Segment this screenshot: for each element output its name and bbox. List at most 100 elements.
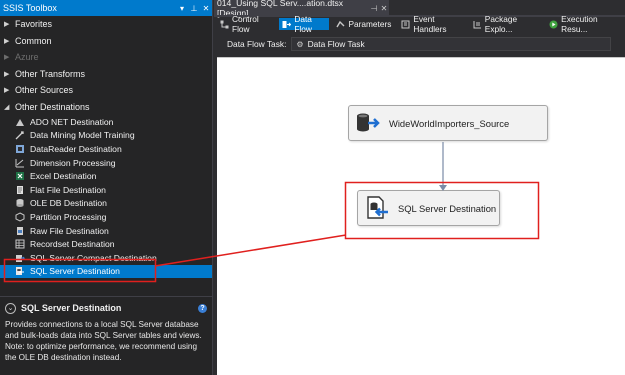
category-label: Other Sources (15, 85, 74, 96)
tab-control-flow[interactable]: Control Flow (217, 14, 275, 34)
tab-package-explorer[interactable]: Package Explo... (470, 14, 542, 34)
item-label: Raw File Destination (30, 225, 109, 236)
source-component[interactable]: WideWorldImporters_Source (348, 105, 548, 141)
collapse-arrow-icon: ◢ (4, 103, 10, 111)
source-component-label: WideWorldImporters_Source (389, 117, 510, 129)
tab-parameters[interactable]: Parameters (333, 18, 394, 30)
item-label: SQL Server Destination (30, 266, 120, 277)
category-other-destinations[interactable]: ◢ Other Destinations (0, 99, 212, 116)
category-other-transforms[interactable]: ▶ Other Transforms (0, 66, 212, 83)
category-label: Favorites (15, 19, 53, 30)
toolbox-item-dimension-processing[interactable]: Dimension Processing (0, 156, 212, 170)
parameters-icon (336, 20, 345, 29)
flat-file-icon (15, 185, 25, 195)
task-value: Data Flow Task (307, 39, 365, 49)
expand-arrow-icon: ▶ (4, 37, 10, 45)
item-label: Dimension Processing (30, 157, 116, 168)
expand-arrow-icon: ▶ (4, 54, 10, 62)
tab-label: Data Flow (294, 14, 312, 34)
toolbox-title-bar: SSIS Toolbox ▾ ⊥ ✕ (0, 0, 212, 16)
description-header: ⌄ SQL Server Destination ? (5, 301, 207, 315)
item-label: Flat File Destination (30, 184, 106, 195)
expand-arrow-icon: ▶ (4, 21, 10, 29)
execution-results-icon (549, 20, 558, 29)
sql-compact-icon (15, 253, 25, 263)
item-label: OLE DB Destination (30, 198, 107, 209)
tab-label: Package Explo... (484, 14, 518, 34)
data-flow-task-icon: ⚙ (296, 39, 304, 49)
event-handlers-icon (401, 20, 410, 29)
data-flow-canvas[interactable]: WideWorldImporters_Source SQL Server Des… (217, 57, 625, 375)
toolbox-item-ado-net-destination[interactable]: ADO NET Destination (0, 115, 212, 129)
data-mining-icon (15, 130, 25, 140)
designer-tab-strip: Control Flow Data Flow Parameters Event … (214, 14, 625, 34)
tab-label: Event Handlers (413, 14, 447, 34)
item-label: DataReader Destination (30, 143, 122, 154)
toolbox-item-flat-file-destination[interactable]: Flat File Destination (0, 183, 212, 197)
toolbox-item-datareader-destination[interactable]: DataReader Destination (0, 142, 212, 156)
package-designer: 014_Using SQL Serv....ation.dtsx [Design… (214, 0, 625, 375)
ssis-toolbox-panel: SSIS Toolbox ▾ ⊥ ✕ ▶ Favorites ▶ Common … (0, 0, 213, 375)
package-explorer-icon (473, 20, 482, 29)
sql-server-destination-icon (364, 195, 390, 221)
toolbox-list: ▶ Favorites ▶ Common ▶ Azure ▶ Other Tra… (0, 16, 212, 286)
tab-label: Parameters (348, 19, 392, 29)
task-dropdown[interactable]: ⚙ Data Flow Task (291, 37, 612, 51)
toolbox-title: SSIS Toolbox (3, 3, 57, 13)
category-azure[interactable]: ▶ Azure (0, 49, 212, 66)
control-flow-icon (220, 20, 229, 29)
help-icon[interactable]: ? (198, 303, 207, 313)
toolbox-item-ole-db-destination[interactable]: OLE DB Destination (0, 197, 212, 211)
category-label: Other Destinations (15, 101, 90, 112)
tab-event-handlers[interactable]: Event Handlers (398, 14, 465, 34)
close-icon[interactable]: ✕ (200, 4, 212, 13)
toolbox-item-raw-file-destination[interactable]: Raw File Destination (0, 224, 212, 238)
toolbox-item-sql-server-compact-destination[interactable]: SQL Server Compact Destination (0, 251, 212, 265)
tab-execution-results[interactable]: Execution Resu... (546, 14, 621, 34)
close-icon[interactable]: ✕ (379, 4, 389, 13)
tab-data-flow[interactable]: Data Flow (279, 14, 330, 34)
category-common[interactable]: ▶ Common (0, 33, 212, 50)
toolbox-item-sql-server-destination[interactable]: SQL Server Destination (0, 264, 212, 279)
description-text: Provides connections to a local SQL Serv… (5, 320, 202, 362)
toolbox-item-excel-destination[interactable]: Excel Destination (0, 169, 212, 183)
description-title: SQL Server Destination (21, 303, 122, 313)
category-label: Other Transforms (15, 68, 86, 79)
destination-component[interactable]: SQL Server Destination (357, 190, 500, 226)
collapse-chevron-icon[interactable]: ⌄ (5, 302, 16, 314)
datareader-icon (15, 144, 25, 154)
raw-file-icon (15, 226, 25, 236)
pin-icon[interactable]: ⊥ (188, 4, 200, 13)
ado-net-destination-icon (15, 117, 25, 127)
dimension-processing-icon (15, 158, 25, 168)
partition-icon (15, 212, 25, 222)
sql-server-destination-icon (15, 266, 25, 276)
pin-icon[interactable]: ⊣ (369, 4, 379, 13)
data-flow-icon (282, 20, 292, 29)
dropdown-icon[interactable]: ▾ (176, 4, 188, 13)
expand-arrow-icon: ▶ (4, 87, 10, 95)
category-label: Common (15, 35, 52, 46)
tab-label: Execution Resu... (561, 14, 598, 34)
item-label: SQL Server Compact Destination (30, 252, 157, 263)
item-label: ADO NET Destination (30, 116, 114, 127)
item-label: Recordset Destination (30, 239, 115, 250)
toolbox-item-data-mining-model-training[interactable]: Data Mining Model Training (0, 129, 212, 143)
item-label: Partition Processing (30, 211, 107, 222)
expand-arrow-icon: ▶ (4, 70, 10, 78)
category-favorites[interactable]: ▶ Favorites (0, 16, 212, 33)
category-label: Azure (15, 52, 39, 63)
destination-component-label: SQL Server Destination (398, 202, 497, 214)
excel-icon (15, 171, 25, 181)
toolbox-item-partition-processing[interactable]: Partition Processing (0, 210, 212, 224)
oledb-icon (15, 198, 25, 208)
database-source-icon (355, 110, 381, 136)
toolbox-item-recordset-destination[interactable]: Recordset Destination (0, 237, 212, 251)
item-label: Data Mining Model Training (30, 130, 135, 141)
toolbox-description-panel: ⌄ SQL Server Destination ? Provides conn… (0, 296, 212, 375)
category-other-sources[interactable]: ▶ Other Sources (0, 82, 212, 99)
item-label: Excel Destination (30, 171, 97, 182)
data-flow-task-selector: Data Flow Task: ⚙ Data Flow Task (214, 35, 625, 53)
tab-label: Control Flow (232, 14, 259, 34)
task-label: Data Flow Task: (227, 39, 287, 49)
